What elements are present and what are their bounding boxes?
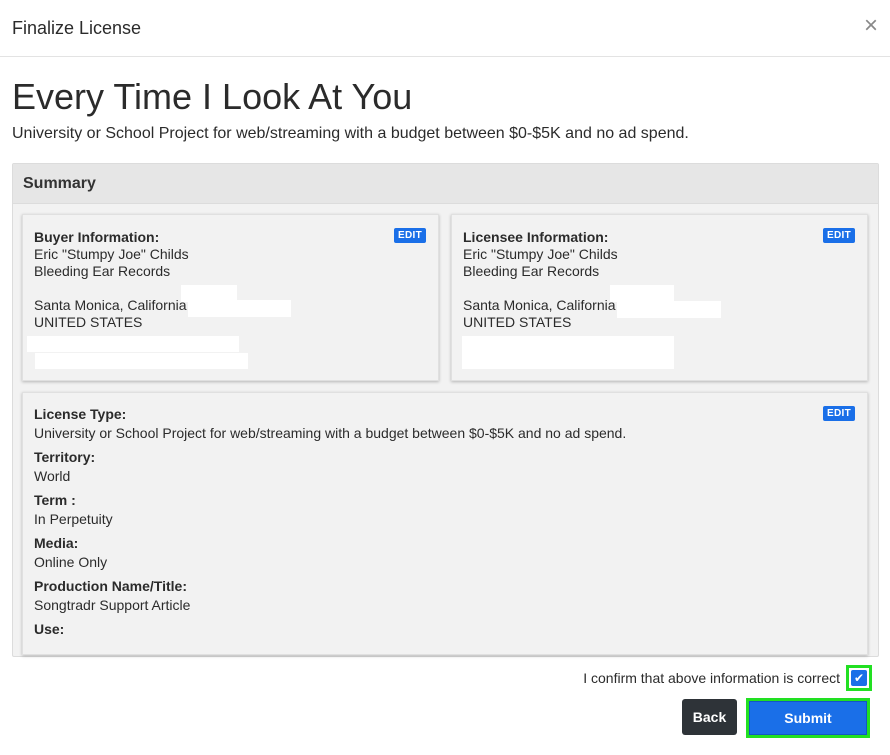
buyer-label: Buyer Information: [34, 229, 160, 245]
media-value: Online Only [34, 554, 108, 570]
media-label: Media: [34, 535, 79, 551]
licensee-city: Santa Monica, California [463, 297, 616, 313]
track-title: Every Time I Look At You [12, 76, 413, 117]
production-value: Songtradr Support Article [34, 597, 191, 613]
term-label: Term : [34, 492, 76, 508]
use-label: Use: [34, 621, 65, 637]
submit-button-highlight: Submit [746, 698, 870, 738]
redaction [617, 301, 721, 318]
buyer-address-line [34, 280, 189, 297]
confirm-checkbox[interactable]: ✔ [851, 670, 867, 686]
license-card: EDIT License Type: University or School … [22, 392, 868, 655]
confirm-text: I confirm that above information is corr… [583, 670, 840, 686]
licensee-company: Bleeding Ear Records [463, 263, 600, 279]
licensee-country: UNITED STATES [463, 314, 572, 330]
redaction [610, 285, 674, 302]
term-value: In Perpetuity [34, 511, 113, 527]
submit-button[interactable]: Submit [749, 701, 867, 735]
buyer-name: Eric "Stumpy Joe" Childs [34, 246, 189, 262]
modal-header: Finalize License × [0, 0, 890, 57]
licensee-name: Eric "Stumpy Joe" Childs [463, 246, 618, 262]
buyer-country: UNITED STATES [34, 314, 143, 330]
summary-header: Summary [13, 164, 878, 204]
edit-buyer-button[interactable]: EDIT [394, 228, 426, 243]
buyer-company: Bleeding Ear Records [34, 263, 171, 279]
confirm-row: I confirm that above information is corr… [583, 665, 872, 691]
checkmark-icon: ✔ [853, 671, 865, 685]
edit-licensee-button[interactable]: EDIT [823, 228, 855, 243]
confirm-checkbox-highlight: ✔ [846, 665, 872, 691]
close-icon[interactable]: × [864, 14, 878, 38]
production-label: Production Name/Title: [34, 578, 187, 594]
license-type-label: License Type: [34, 406, 127, 422]
redaction [462, 336, 674, 369]
edit-license-button[interactable]: EDIT [823, 406, 855, 421]
territory-value: World [34, 468, 71, 484]
buyer-city: Santa Monica, California [34, 297, 187, 313]
buyer-card: EDIT Buyer Information: Eric "Stumpy Joe… [22, 214, 439, 381]
redaction [35, 353, 248, 369]
licensee-card: EDIT Licensee Information: Eric "Stumpy … [451, 214, 868, 381]
territory-label: Territory: [34, 449, 96, 465]
license-type-value: University or School Project for web/str… [34, 425, 627, 441]
back-button[interactable]: Back [682, 699, 737, 735]
track-description: University or School Project for web/str… [12, 125, 689, 142]
licensee-address-line [463, 280, 618, 297]
redaction [27, 336, 239, 352]
redaction [188, 300, 291, 317]
modal-title: Finalize License [12, 18, 142, 38]
licensee-label: Licensee Information: [463, 229, 609, 245]
